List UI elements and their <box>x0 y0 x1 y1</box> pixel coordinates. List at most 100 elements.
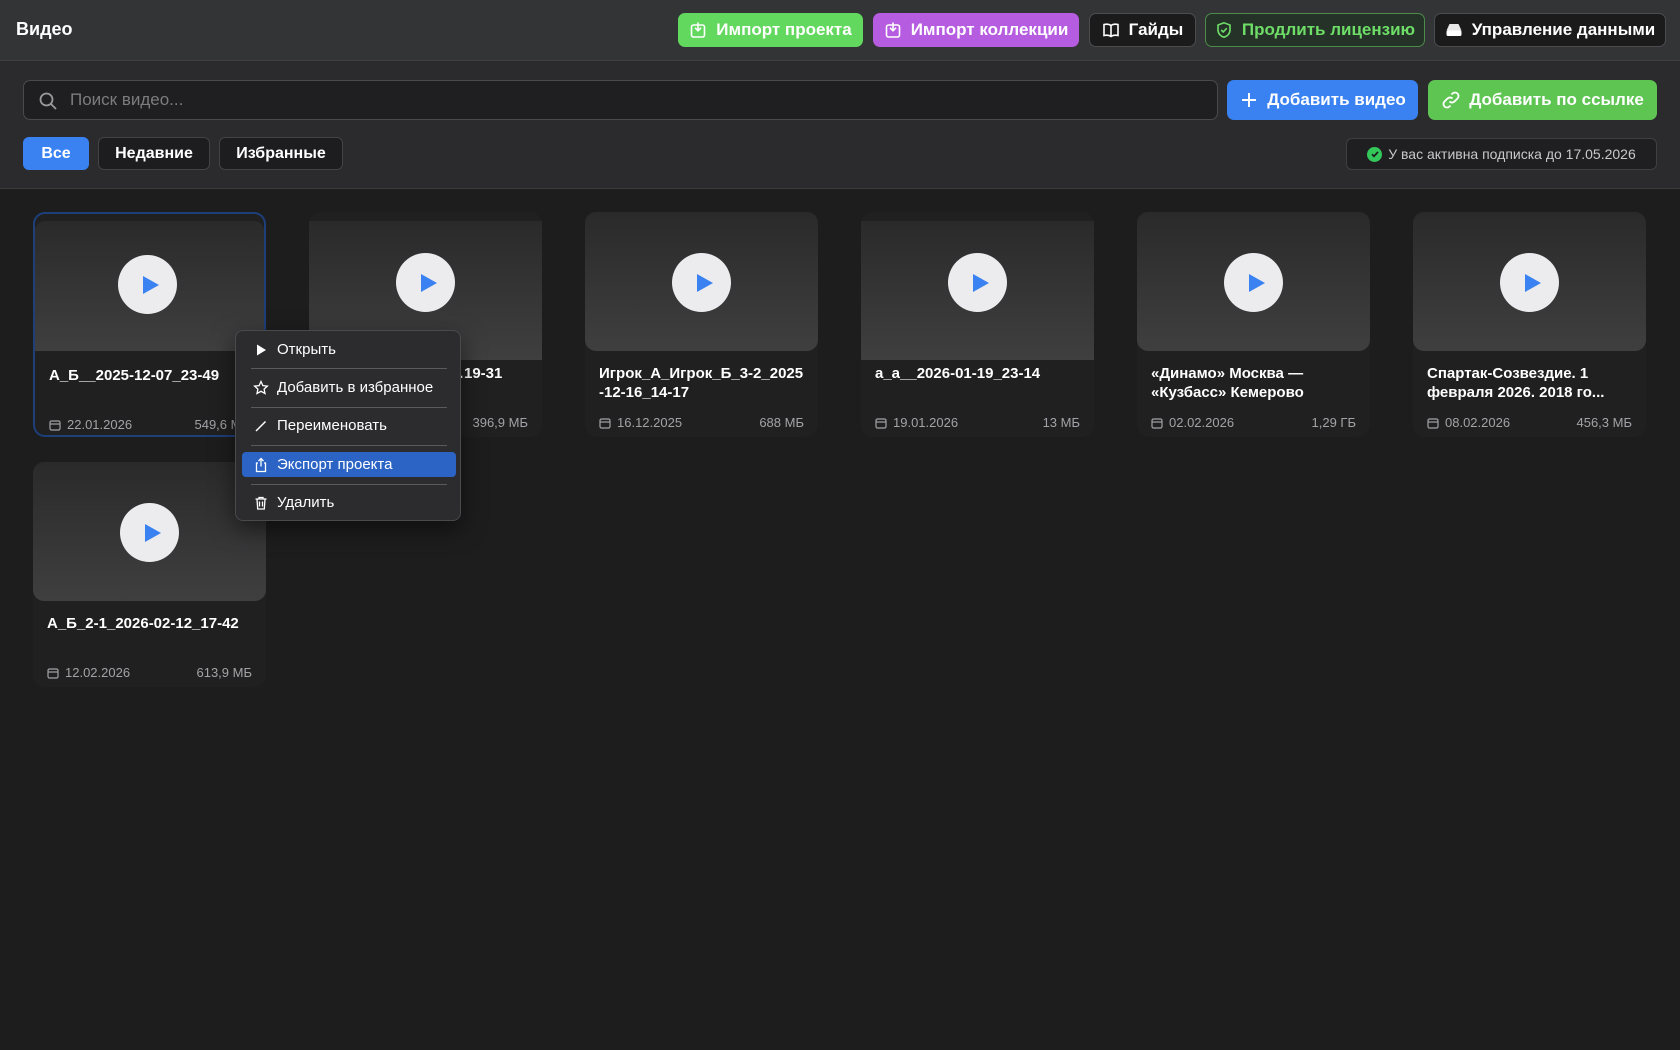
play-icon <box>257 344 266 355</box>
video-size: 613,9 МБ <box>196 665 252 680</box>
filter-all-tab[interactable]: Все <box>23 137 89 170</box>
play-button[interactable] <box>672 253 731 312</box>
video-size: 1,29 ГБ <box>1311 415 1356 430</box>
search-input[interactable] <box>70 81 1210 119</box>
video-title: Игрок_А_Игрок_Б_3-2_2025-12-16_14-17 <box>599 365 804 401</box>
guides-label: Гайды <box>1128 20 1184 39</box>
import-collection-button[interactable]: Импорт коллекции <box>873 13 1079 47</box>
import-project-label: Импорт проекта <box>716 20 852 39</box>
video-date-text: 08.02.2026 <box>1445 415 1511 430</box>
calendar-icon <box>1151 417 1163 429</box>
video-thumbnail[interactable] <box>585 212 818 351</box>
video-thumbnail[interactable] <box>33 462 266 601</box>
calendar-icon <box>1427 417 1439 429</box>
play-button[interactable] <box>948 253 1007 312</box>
video-date-text: 19.01.2026 <box>893 415 959 430</box>
video-date: 19.01.2026 <box>875 415 958 430</box>
toolbar: Добавить видео Добавить по ссылке Все Не… <box>0 61 1680 189</box>
video-title: А_Б__2025-12-07_23-49 <box>49 367 220 384</box>
data-management-button[interactable]: Управление данными <box>1434 13 1666 47</box>
add-video-label: Добавить видео <box>1267 90 1406 109</box>
import-icon <box>690 22 706 38</box>
menu-item-label: Добавить в избранное <box>277 379 434 396</box>
search-icon <box>39 92 57 110</box>
menu-separator <box>251 484 447 485</box>
play-button[interactable] <box>1224 253 1283 312</box>
extend-license-label: Продлить лицензию <box>1241 20 1416 39</box>
video-card[interactable]: Игрок_А_Игрок_Б_3-2_2025-12-16_14-17 16.… <box>585 212 818 437</box>
video-size: 456,3 МБ <box>1576 415 1632 430</box>
video-date-text: 12.02.2026 <box>65 665 131 680</box>
page-title: Видео <box>16 19 73 39</box>
video-title: А_Б_2-1_2026-02-12_17-42 <box>47 615 239 632</box>
context-menu: Открыть Добавить в избранное Переименова… <box>235 330 461 521</box>
video-card[interactable]: А_Б_2-1_2026-02-12_17-42 12.02.2026 613,… <box>33 462 266 687</box>
video-thumbnail[interactable] <box>861 221 1094 360</box>
menu-item-label: Переименовать <box>277 417 387 434</box>
filter-favorites-tab[interactable]: Избранные <box>219 137 343 170</box>
subscription-text: У вас активна подписка до 17.05.2026 <box>1388 146 1636 162</box>
link-icon <box>1442 91 1460 109</box>
menu-separator <box>251 368 447 369</box>
menu-item-label: Удалить <box>277 494 335 511</box>
extend-license-button[interactable]: Продлить лицензию <box>1205 13 1425 47</box>
video-date: 16.12.2025 <box>599 415 682 430</box>
play-icon <box>1248 273 1265 292</box>
play-button[interactable] <box>396 253 455 312</box>
video-card[interactable]: «Динамо» Москва — «Кузбасс» Кемерово 02.… <box>1137 212 1370 437</box>
menu-item-add-favorite[interactable]: Добавить в избранное <box>242 375 456 400</box>
video-title: …19-31 <box>449 365 503 382</box>
play-icon <box>972 273 989 292</box>
calendar-icon <box>49 419 61 431</box>
video-date-text: 02.02.2026 <box>1169 415 1235 430</box>
video-thumbnail[interactable] <box>35 221 264 351</box>
calendar-icon <box>599 417 611 429</box>
plus-icon <box>1242 93 1257 107</box>
share-icon <box>255 457 267 472</box>
video-date: 02.02.2026 <box>1151 415 1234 430</box>
video-thumbnail[interactable] <box>1413 212 1646 351</box>
video-card[interactable]: а_а__2026-01-19_23-14 19.01.2026 13 МБ <box>861 212 1094 437</box>
video-size: 13 МБ <box>1042 415 1080 430</box>
import-collection-label: Импорт коллекции <box>910 20 1069 39</box>
menu-item-open[interactable]: Открыть <box>242 337 456 362</box>
add-by-link-button[interactable]: Добавить по ссылке <box>1428 80 1657 120</box>
video-title: а_а__2026-01-19_23-14 <box>875 365 1041 382</box>
star-icon <box>253 379 269 395</box>
pencil-icon <box>255 420 267 432</box>
add-by-link-label: Добавить по ссылке <box>1469 90 1644 109</box>
video-title: Спартак-Созвездие. 1 февраля 2026. 2018 … <box>1427 365 1605 401</box>
menu-separator <box>251 445 447 446</box>
calendar-icon <box>47 667 59 679</box>
video-thumbnail[interactable] <box>1137 212 1370 351</box>
video-size: 396,9 МБ <box>472 415 528 430</box>
import-project-button[interactable]: Импорт проекта <box>678 13 863 47</box>
menu-item-delete[interactable]: Удалить <box>242 490 456 515</box>
play-button[interactable] <box>120 503 179 562</box>
filter-recent-tab[interactable]: Недавние <box>98 137 210 170</box>
calendar-icon <box>875 417 887 429</box>
search-box <box>23 80 1218 120</box>
play-icon <box>420 273 437 292</box>
menu-item-label: Экспорт проекта <box>277 456 393 473</box>
menu-item-rename[interactable]: Переименовать <box>242 413 456 438</box>
video-title: «Динамо» Москва — «Кузбасс» Кемерово <box>1151 365 1304 401</box>
menu-separator <box>251 407 447 408</box>
video-date: 12.02.2026 <box>47 665 130 680</box>
guides-button[interactable]: Гайды <box>1089 13 1196 47</box>
video-date-text: 16.12.2025 <box>617 415 683 430</box>
menu-item-label: Открыть <box>277 341 336 358</box>
play-button[interactable] <box>1500 253 1559 312</box>
video-card[interactable]: Спартак-Созвездие. 1 февраля 2026. 2018 … <box>1413 212 1646 437</box>
add-video-button[interactable]: Добавить видео <box>1227 80 1418 120</box>
check-circle-icon <box>1367 146 1383 162</box>
video-date: 22.01.2026 <box>49 417 132 432</box>
video-date-text: 22.01.2026 <box>67 417 133 432</box>
play-icon <box>142 275 159 294</box>
menu-item-export-project[interactable]: Экспорт проекта <box>242 452 456 477</box>
shield-check-icon <box>1217 21 1231 39</box>
subscription-status-badge: У вас активна подписка до 17.05.2026 <box>1346 138 1657 170</box>
video-card[interactable]: А_Б__2025-12-07_23-49 22.01.2026 549,6 М… <box>33 212 266 437</box>
play-button[interactable] <box>118 255 177 314</box>
video-date: 08.02.2026 <box>1427 415 1510 430</box>
